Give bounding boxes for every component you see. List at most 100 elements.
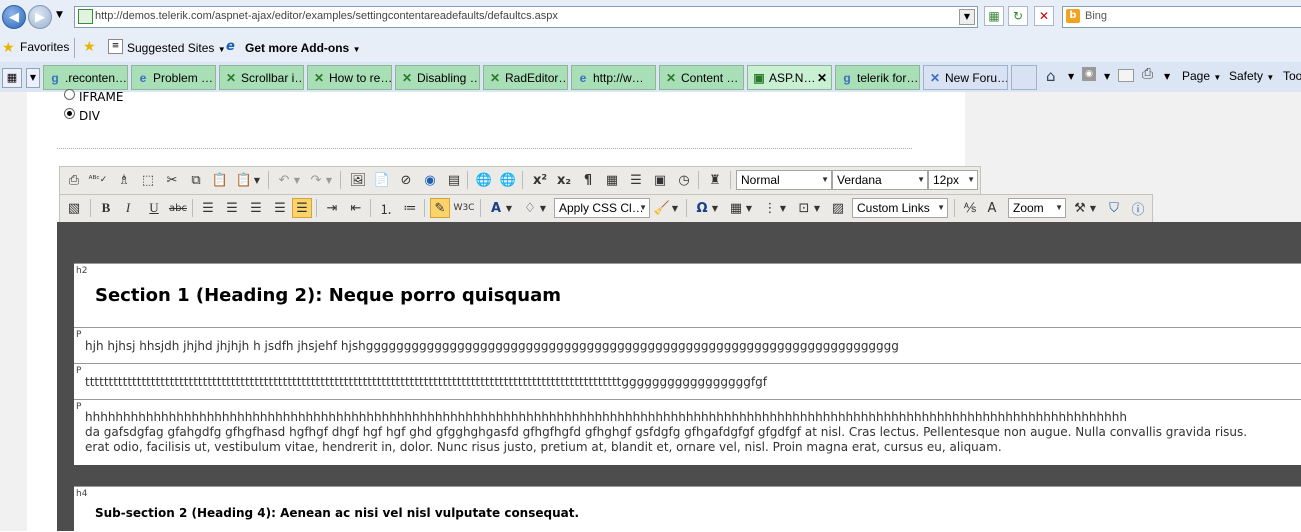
browser-tab[interactable]: ✕ Content … [659, 65, 744, 90]
page-menu[interactable]: Page ▼ [1182, 69, 1221, 83]
quick-tabs-icon[interactable]: ▦ [2, 68, 22, 88]
select-all-icon[interactable]: ⬚ [138, 170, 158, 190]
align-left-icon[interactable]: ☰ [198, 198, 218, 218]
feeds-icon[interactable]: ◉ [1082, 67, 1096, 81]
tools-menu[interactable]: Too [1283, 69, 1301, 83]
read-mail-icon[interactable] [1118, 69, 1134, 82]
new-tab-button[interactable] [1011, 65, 1037, 90]
justify-none-icon[interactable]: ☰ [292, 198, 312, 218]
design-mode-icon[interactable]: ✎ [430, 198, 450, 218]
paragraph-icon[interactable]: ¶ [578, 170, 598, 190]
flash-manager-icon[interactable]: ⊘ [396, 170, 416, 190]
hyperlink-icon[interactable]: 🌐 [474, 170, 494, 190]
home-icon[interactable]: ⌂ [1046, 67, 1056, 85]
chevron-down-icon[interactable]: ▼ [292, 170, 302, 190]
stop-icon[interactable]: ✕ [1034, 6, 1054, 26]
browser-tab-active[interactable]: ▣ ASP.N… ✕ [747, 65, 832, 90]
div-radio[interactable] [64, 108, 75, 119]
toggle-docking-icon[interactable]: ▧ [64, 198, 84, 218]
chevron-down-icon[interactable]: ▼ [504, 198, 514, 218]
suggested-sites-link[interactable]: Suggested Sites ▼ [127, 41, 226, 55]
refresh-icon[interactable]: ↻ [1008, 6, 1028, 26]
chevron-down-icon[interactable]: ▼ [812, 198, 822, 218]
justify-icon[interactable]: ☰ [270, 198, 290, 218]
modules-icon[interactable]: ⚒ [1070, 198, 1090, 218]
image-map-icon[interactable]: ▨ [828, 198, 848, 218]
spellcheck-icon[interactable]: ᴬᴮᶜ✓ [88, 170, 108, 190]
compatibility-view-icon[interactable]: ▦ [984, 6, 1004, 26]
highlight-color-icon[interactable]: ♢ [520, 198, 540, 218]
template-manager-icon[interactable]: ▤ [444, 170, 464, 190]
cut-icon[interactable]: ✂ [162, 170, 182, 190]
browser-tab[interactable]: e http://w… [571, 65, 656, 90]
insert-date-icon[interactable]: ◷ [674, 170, 694, 190]
font-name-dropdown[interactable]: Verdana ▼ [832, 170, 928, 190]
document-manager-icon[interactable]: 📄 [372, 170, 392, 190]
favorites-button[interactable]: Favorites [20, 40, 69, 54]
image-manager-icon[interactable]: 🖼 [348, 170, 368, 190]
font-size-dropdown[interactable]: 12px ▼ [928, 170, 978, 190]
heading-4-block[interactable]: h4 Sub-section 2 (Heading 4): Aenean ac … [74, 486, 1301, 532]
format-painter-icon[interactable]: ♜ [705, 170, 725, 190]
search-input[interactable]: b Bing [1062, 6, 1301, 28]
track-changes-icon[interactable]: ⛉ [1104, 198, 1124, 218]
underline-icon[interactable]: U [144, 198, 164, 218]
outdent-icon[interactable]: ⇤ [346, 198, 366, 218]
browser-tab[interactable]: g telerik for… [835, 65, 920, 90]
superscript-icon[interactable]: x² [530, 170, 550, 190]
browser-tab[interactable]: ✕ Scrollbar i… [219, 65, 304, 90]
browser-tab[interactable]: ✕ Disabling … [395, 65, 480, 90]
undo-icon[interactable]: ↶ [274, 170, 294, 190]
align-right-icon[interactable]: ☰ [246, 198, 266, 218]
convert-to-lower-icon[interactable]: ⅍ [960, 198, 980, 218]
paragraph-block[interactable]: P hhhhhhhhhhhhhhhhhhhhhhhhhhhhhhhhhhhhhh… [74, 399, 1301, 465]
print-icon[interactable]: ⎙ [64, 170, 84, 190]
chevron-down-icon[interactable]: ▼ [670, 198, 680, 218]
safety-menu[interactable]: Safety ▼ [1229, 69, 1274, 83]
strikethrough-icon[interactable]: abc [168, 198, 188, 218]
subscript-icon[interactable]: x₂ [554, 170, 574, 190]
redo-icon[interactable]: ↷ [306, 170, 326, 190]
print-icon[interactable]: ⎙ [1142, 66, 1153, 82]
chevron-down-icon[interactable]: ▼ [744, 198, 754, 218]
help-icon[interactable]: ⓘ [1128, 198, 1148, 218]
format-stripper-icon[interactable]: 🧹 [652, 198, 672, 218]
custom-links-dropdown[interactable]: Custom Links ▼ [852, 198, 948, 218]
unlink-icon[interactable]: 🌐 [498, 170, 518, 190]
bold-icon[interactable]: B [96, 198, 116, 218]
zoom-dropdown[interactable]: Zoom ▼ [1008, 198, 1066, 218]
bulleted-list-icon[interactable]: ≔ [400, 198, 420, 218]
address-dropdown-icon[interactable]: ▼ [959, 9, 975, 25]
find-replace-icon[interactable]: ♗ [114, 170, 134, 190]
insert-table-icon[interactable]: ▦ [726, 198, 746, 218]
italic-icon[interactable]: I [118, 198, 138, 218]
paste-plain-icon[interactable]: ▦ [602, 170, 622, 190]
browser-tab[interactable]: e Problem … [131, 65, 216, 90]
media-manager-icon[interactable]: ◉ [420, 170, 440, 190]
format-stripper-icon[interactable]: ☰ [626, 170, 646, 190]
browser-tab[interactable]: ✕ RadEditor… [483, 65, 568, 90]
forward-icon[interactable]: ▶ [28, 5, 52, 29]
browser-tab[interactable]: ✕ How to re… [307, 65, 392, 90]
back-icon[interactable]: ◀ [2, 5, 26, 29]
chevron-down-icon[interactable]: ▼ [324, 170, 334, 190]
add-favorite-icon[interactable]: ★ [83, 39, 96, 55]
numbered-list-icon[interactable]: ⒈ [376, 198, 396, 218]
history-dropdown-icon[interactable]: ▼ [56, 10, 63, 20]
indent-icon[interactable]: ⇥ [322, 198, 342, 218]
align-center-icon[interactable]: ☰ [222, 198, 242, 218]
editor-content-area[interactable]: h2 Section 1 (Heading 2): Neque porro qu… [57, 222, 1301, 532]
chevron-down-icon[interactable]: ▼ [710, 198, 720, 218]
chevron-down-icon[interactable]: ▼ [1104, 72, 1110, 81]
chevron-down-icon[interactable]: ▼ [1088, 198, 1098, 218]
xhtml-validator-icon[interactable]: W3C [454, 198, 475, 218]
form-elements-icon[interactable]: ⊡ [794, 198, 814, 218]
address-input[interactable]: http://demos.telerik.com/aspnet-ajax/edi… [74, 6, 978, 28]
format-block-dropdown[interactable]: Normal ▼ [736, 170, 832, 190]
module-manager-icon[interactable]: ▣ [650, 170, 670, 190]
snippets-icon[interactable]: ⋮ [760, 198, 780, 218]
chevron-down-icon[interactable]: ▼ [252, 170, 262, 190]
paste-icon[interactable]: 📋 [210, 170, 230, 190]
paragraph-block[interactable]: P tttttttttttttttttttttttttttttttttttttt… [74, 363, 1301, 399]
chevron-down-icon[interactable]: ▼ [778, 198, 788, 218]
